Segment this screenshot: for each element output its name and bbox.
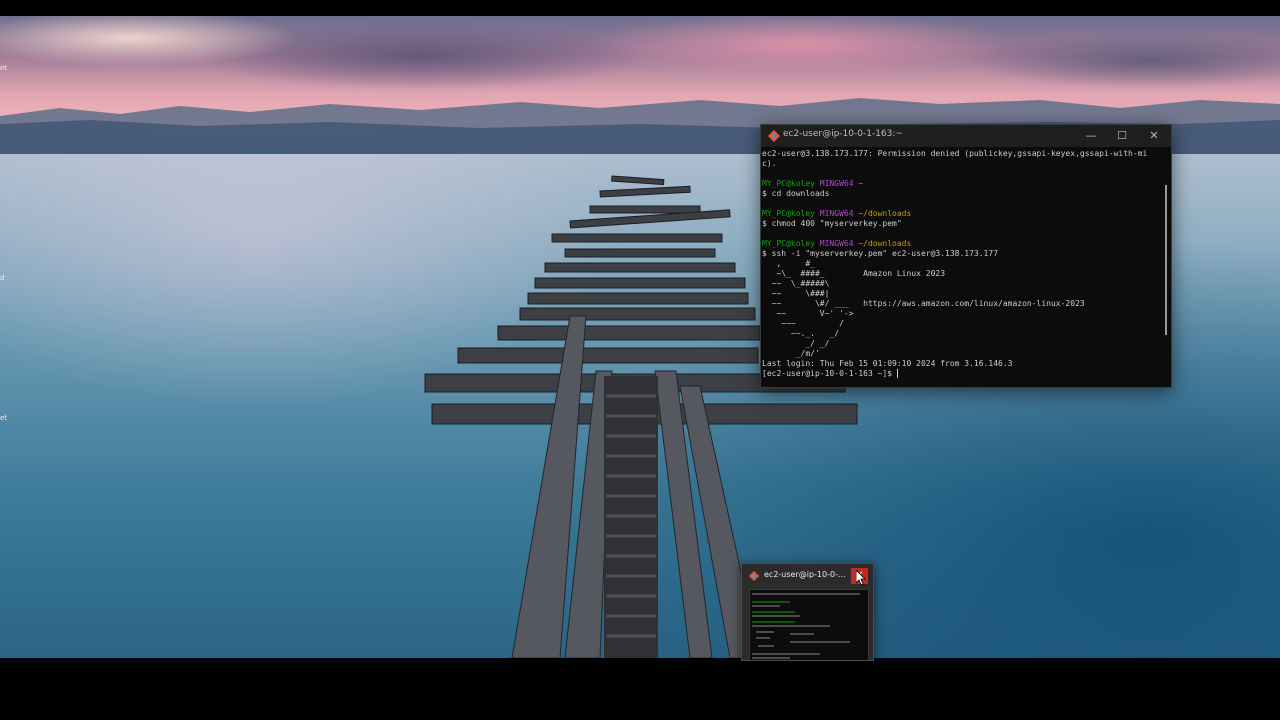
thumbnail-window-preview[interactable]	[749, 589, 869, 661]
terminal-text-segment: _/ _/	[762, 339, 830, 348]
terminal-text-segment: ~~ V~' '->	[762, 309, 854, 318]
terminal-text-segment: ~/downloads	[858, 239, 912, 248]
terminal-line: ~~~ /	[762, 319, 1158, 329]
terminal-output[interactable]: ec2-user@3.138.173.177: Permission denie…	[762, 149, 1158, 385]
terminal-line: _/ _/	[762, 339, 1158, 349]
desktop-icon-label-fragment[interactable]: d	[0, 274, 4, 282]
terminal-line: ec2-user@3.138.173.177: Permission denie…	[762, 149, 1158, 159]
close-button[interactable]: ✕	[1138, 125, 1170, 147]
git-bash-icon	[768, 130, 780, 142]
terminal-line: ~~ \_#####\	[762, 279, 1158, 289]
terminal-line: $ chmod 400 "myserverkey.pem"	[762, 219, 1158, 229]
terminal-line: c).	[762, 159, 1158, 169]
terminal-text-segment: MY_PC@koley	[762, 209, 820, 218]
terminal-text-segment: MINGW64	[819, 209, 859, 218]
terminal-line: $ ssh -i "myserverkey.pem" ec2-user@3.13…	[762, 249, 1158, 259]
terminal-text-segment: c).	[762, 159, 777, 168]
terminal-text-segment: _/m/'	[762, 349, 820, 358]
terminal-text-segment: Last login: Thu Feb 15 01:09:10 2024 fro…	[762, 359, 1013, 368]
terminal-window[interactable]: ec2-user@ip-10-0-1-163:~ — ☐ ✕ ec2-user@…	[760, 124, 1172, 388]
terminal-text-segment: ~~._. _/	[762, 329, 840, 338]
terminal-text-segment: ~	[858, 179, 864, 188]
terminal-line: MY_PC@koley MINGW64 ~/downloads	[762, 209, 1158, 219]
terminal-cursor	[896, 369, 898, 378]
terminal-text-segment: ~~ \###|	[762, 289, 830, 298]
terminal-title: ec2-user@ip-10-0-1-163:~	[783, 129, 903, 139]
terminal-text-segment: MINGW64	[819, 179, 859, 188]
terminal-text-segment: ~/downloads	[858, 209, 912, 218]
terminal-line: _/m/'	[762, 349, 1158, 359]
desktop-icon-label-fragment[interactable]: et	[0, 414, 7, 422]
terminal-line: ~\_ ####_ Amazon Linux 2023	[762, 269, 1158, 279]
terminal-text-segment: MY_PC@koley	[762, 239, 820, 248]
terminal-line: ~~ V~' '->	[762, 309, 1158, 319]
terminal-text-segment: $ ssh -i "myserverkey.pem" ec2-user@3.13…	[762, 249, 999, 258]
taskbar-thumbnail-preview[interactable]: ec2-user@ip-10-0-... ✕	[741, 563, 874, 661]
terminal-line: ~~ \###|	[762, 289, 1158, 299]
terminal-line: MY_PC@koley MINGW64 ~	[762, 179, 1158, 189]
git-bash-icon	[748, 570, 760, 582]
terminal-line: MY_PC@koley MINGW64 ~/downloads	[762, 239, 1158, 249]
terminal-text-segment: ec2-user@3.138.173.177: Permission denie…	[762, 149, 1148, 158]
terminal-line: ~~._. _/	[762, 329, 1158, 339]
terminal-line: Last login: Thu Feb 15 01:09:10 2024 fro…	[762, 359, 1158, 369]
terminal-line: ~~ \#/ ___ https://aws.amazon.com/linux/…	[762, 299, 1158, 309]
thumbnail-title: ec2-user@ip-10-0-...	[764, 570, 846, 579]
desktop-icon-label-fragment[interactable]: et	[0, 64, 7, 72]
terminal-text-segment: ~~ \_#####\	[762, 279, 830, 288]
terminal-text-segment: MY_PC@koley	[762, 179, 820, 188]
terminal-line: [ec2-user@ip-10-0-1-163 ~]$	[762, 369, 1158, 379]
terminal-line: $ cd downloads	[762, 189, 1158, 199]
terminal-text-segment: ~\_ ####_ Amazon Linux 2023	[762, 269, 946, 278]
terminal-text-segment: MINGW64	[819, 239, 859, 248]
terminal-text-segment: $ cd downloads	[762, 189, 830, 198]
terminal-line: , #_	[762, 259, 1158, 269]
terminal-text-segment: , #_	[762, 259, 815, 268]
terminal-titlebar[interactable]: ec2-user@ip-10-0-1-163:~ — ☐ ✕	[761, 125, 1171, 147]
terminal-text-segment: [ec2-user@ip-10-0-1-163 ~]$	[762, 369, 897, 378]
maximize-button[interactable]: ☐	[1106, 125, 1138, 147]
mouse-cursor-icon	[856, 570, 866, 586]
terminal-text-segment: ~~~ /	[762, 319, 844, 328]
terminal-text-segment: $ chmod 400 "myserverkey.pem"	[762, 219, 902, 228]
terminal-text-segment: ~~ \#/ ___ https://aws.amazon.com/linux/…	[762, 299, 1085, 308]
terminal-scrollbar[interactable]	[1165, 185, 1167, 335]
minimize-button[interactable]: —	[1075, 125, 1107, 147]
